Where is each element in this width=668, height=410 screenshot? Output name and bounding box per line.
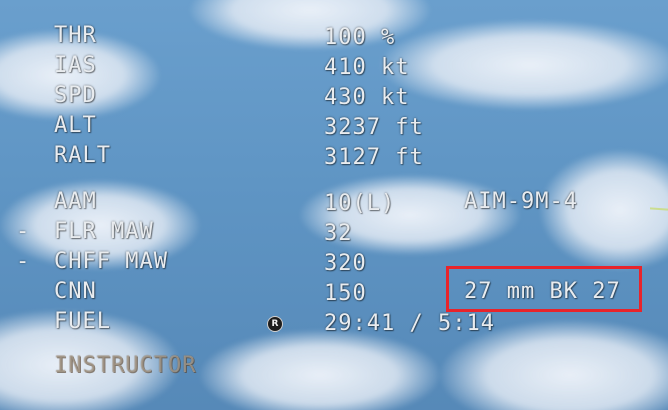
- throttle-value: 100 %: [324, 25, 396, 50]
- aam-label: AAM: [54, 189, 97, 214]
- r-marker-icon: R: [267, 316, 283, 332]
- flare-maw-value: 32: [324, 221, 353, 246]
- cannon-type-highlight-box: [446, 266, 642, 312]
- cannon-value: 150: [324, 281, 367, 306]
- chaff-maw-label: CHFF MAW: [54, 249, 168, 274]
- cannon-label: CNN: [54, 279, 97, 304]
- chaff-maw-value: 320: [324, 251, 367, 276]
- instructor-mode-label: INSTRUCTOR: [54, 353, 197, 378]
- chaff-maw-marker: -: [16, 249, 30, 274]
- ias-label: IAS: [54, 53, 97, 78]
- aam-missile-type: AIM-9M-4: [464, 189, 578, 214]
- cloud: [200, 330, 440, 410]
- speed-label: SPD: [54, 83, 97, 108]
- radar-altitude-label: RALT: [54, 143, 111, 168]
- radar-altitude-value: 3127 ft: [324, 145, 424, 170]
- game-viewport: THR 100 % IAS 410 kt SPD 430 kt ALT 3237…: [0, 0, 668, 410]
- fuel-label: FUEL: [54, 309, 111, 334]
- fuel-value: 29:41 / 5:14: [324, 311, 495, 336]
- speed-value: 430 kt: [324, 85, 410, 110]
- cloud: [380, 20, 668, 110]
- throttle-label: THR: [54, 23, 97, 48]
- ias-value: 410 kt: [324, 55, 410, 80]
- altitude-label: ALT: [54, 113, 97, 138]
- altitude-value: 3237 ft: [324, 115, 424, 140]
- flare-maw-marker: -: [16, 219, 30, 244]
- flare-maw-label: FLR MAW: [54, 219, 154, 244]
- aam-value: 10(L): [324, 191, 396, 216]
